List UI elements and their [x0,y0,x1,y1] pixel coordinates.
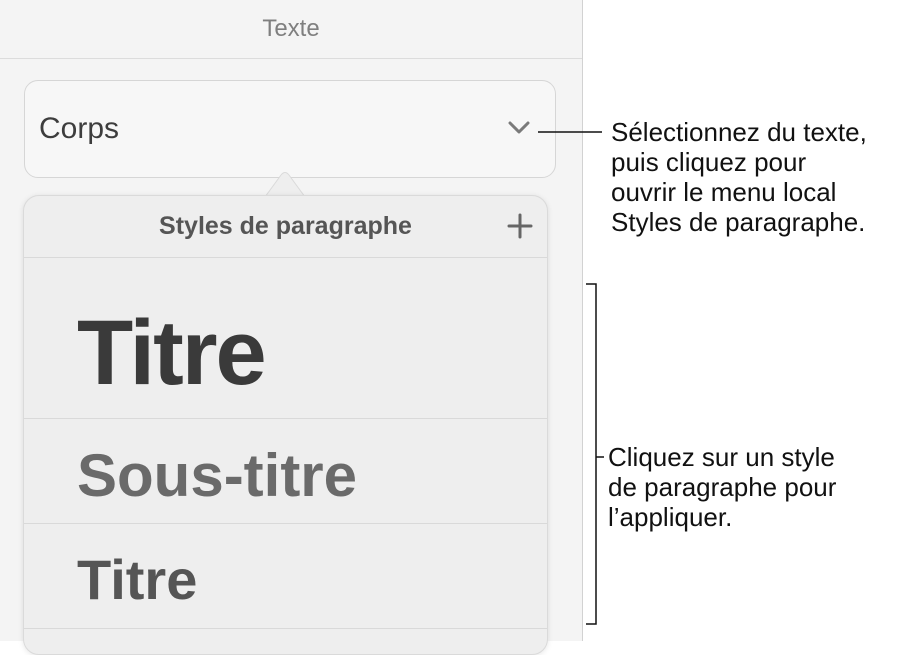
callout-select-hint: Sélectionnez du texte, puis cliquez pour… [611,117,867,237]
callout-line: Sélectionnez du texte, [611,117,867,147]
callout-line: ouvrir le menu local [611,177,837,207]
callout-line: Cliquez sur un style [608,442,835,472]
callout-line: puis cliquez pour [611,147,807,177]
callout-lines [538,131,604,625]
callout-line: l’appliquer. [608,502,733,532]
callout-apply-hint: Cliquez sur un style de paragraphe pour … [608,442,836,532]
callout-line: de paragraphe pour [608,472,837,502]
callout-bracket [586,283,597,625]
callout-line: Styles de paragraphe. [611,207,866,237]
